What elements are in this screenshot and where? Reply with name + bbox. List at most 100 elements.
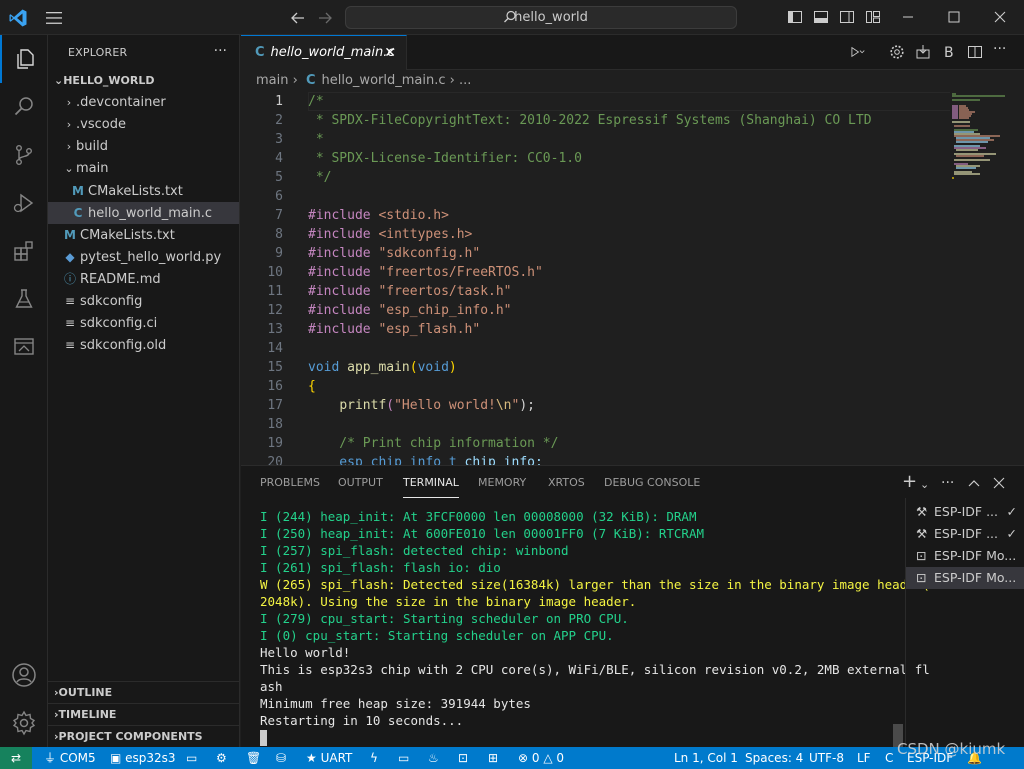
chevron-right-icon: › — [66, 140, 72, 153]
maximize-window-icon[interactable] — [946, 9, 962, 25]
toggle-primary-sidebar-icon[interactable] — [787, 9, 803, 25]
testing-activity[interactable] — [0, 275, 48, 323]
run-debug-dropdown-icon[interactable] — [849, 44, 865, 60]
terminal-instance[interactable]: ⊡ ESP-IDF Mo... — [906, 545, 1024, 567]
include-path: <inttypes.h> — [378, 227, 473, 242]
line-number: 17 — [267, 398, 283, 413]
terminal-list: ⚒ ESP-IDF ... ✓ ⚒ ESP-IDF ... ✓ ⊡ ESP-IDF Mo.… — [905, 498, 1024, 748]
manage-activity[interactable] — [0, 699, 48, 747]
language-mode[interactable]: C — [885, 747, 893, 769]
toggle-panel-icon[interactable] — [813, 9, 829, 25]
more-actions-icon[interactable]: ··· — [941, 475, 954, 491]
terminal-instance[interactable]: ⚒ ESP-IDF ... ✓ — [906, 501, 1024, 523]
outline-section[interactable]: ›OUTLINE — [48, 681, 239, 703]
timeline-section[interactable]: ›TIMELINE — [48, 703, 239, 725]
terminal-icon[interactable]: ⊡ — [458, 747, 468, 769]
folder-icon[interactable]: ▭ — [186, 747, 197, 769]
tree-item-sdkconfig[interactable]: ≡ sdkconfig — [48, 290, 239, 312]
run-debug-activity[interactable] — [0, 179, 48, 227]
code-line: #include "esp_chip_info.h" — [308, 301, 512, 320]
bold-b-icon[interactable]: B — [941, 44, 957, 60]
tree-item-label: build — [76, 139, 108, 154]
tree-item-devcontainer[interactable]: › .devcontainer — [48, 92, 239, 114]
gear-icon[interactable]: ⚙ — [216, 747, 227, 769]
indentation[interactable]: Spaces: 4 — [745, 747, 803, 769]
tree-item-main-cmakelists[interactable]: M CMakeLists.txt — [48, 180, 239, 202]
tab-terminal[interactable]: TERMINAL — [403, 476, 459, 498]
keyword: #include — [308, 265, 371, 280]
fire-icon[interactable]: ♨ — [428, 747, 439, 769]
project-components-section[interactable]: ›PROJECT COMPONENTS — [48, 725, 239, 747]
flash-icon[interactable]: ϟ — [370, 747, 378, 769]
tab-problems[interactable]: PROBLEMS — [260, 476, 320, 498]
breadcrumb-folder[interactable]: main — [256, 73, 288, 88]
flash-method-item[interactable]: ★ UART — [306, 747, 352, 769]
terminal-instance[interactable]: ⚒ ESP-IDF ... ✓ — [906, 523, 1024, 545]
remote-explorer-activity[interactable] — [0, 323, 48, 371]
code-editor[interactable]: 1 2 3 4 5 6 7 8 9 10 11 12 13 14 15 16 17 18 19 20 /* * SPD… — [241, 92, 1024, 465]
terminal-instance[interactable]: ⊡ ESP-IDF Mo... — [906, 567, 1024, 589]
function-name: printf — [339, 398, 387, 413]
serial-port-item[interactable]: ⏚ COM5 — [44, 747, 96, 769]
more-actions-icon[interactable]: ··· — [993, 41, 1009, 57]
tree-item-vscode[interactable]: › .vscode — [48, 114, 239, 136]
tab-memory[interactable]: MEMORY — [478, 476, 526, 498]
command-center-search[interactable]: hello_world — [345, 6, 737, 29]
explorer-activity[interactable] — [0, 35, 48, 83]
tree-item-cmakelists[interactable]: M CMakeLists.txt — [48, 224, 239, 246]
hamburger-menu-icon[interactable] — [44, 9, 64, 27]
tree-item-sdkconfig-ci[interactable]: ≡ sdkconfig.ci — [48, 312, 239, 334]
run-debug-icon — [13, 193, 34, 213]
plug-icon: ⏚ — [44, 751, 60, 765]
tab-xrtos[interactable]: XRTOS — [548, 476, 585, 498]
flash-device-icon[interactable] — [915, 44, 931, 60]
tree-item-hello-world-main[interactable]: Chello_world_main.c — [48, 202, 239, 224]
tab-hello-world-main[interactable]: Chello_world_main.c ✕ — [241, 35, 407, 70]
tree-item-main[interactable]: ⌄ main — [48, 158, 239, 180]
line-ending[interactable]: LF — [857, 747, 871, 769]
chevron-right-icon: › — [449, 73, 459, 88]
serial-port-label: COM5 — [59, 751, 96, 765]
accounts-activity[interactable] — [0, 651, 48, 699]
customize-layout-icon[interactable] — [865, 9, 881, 25]
close-panel-icon[interactable] — [993, 477, 1005, 489]
close-tab-icon[interactable]: ✕ — [384, 36, 396, 70]
split-editor-icon[interactable] — [967, 44, 983, 60]
problems-item[interactable]: ⊗ 0 △ 0 — [518, 747, 564, 769]
terminal-icon: ⊡ — [916, 570, 927, 585]
tree-item-build[interactable]: › build — [48, 136, 239, 158]
workspace-root[interactable]: ⌄HELLO_WORLD — [48, 70, 239, 92]
tree-item-sdkconfig-old[interactable]: ≡ sdkconfig.old — [48, 334, 239, 356]
tree-item-pytest[interactable]: ◆ pytest_hello_world.py — [48, 246, 239, 268]
database-icon[interactable]: ⛁ — [276, 747, 286, 769]
search-activity[interactable] — [0, 83, 48, 131]
remote-indicator-icon[interactable]: ⇄ — [0, 747, 32, 769]
include-path: "freertos/FreeRTOS.h" — [378, 265, 543, 280]
maximize-panel-icon[interactable] — [968, 478, 980, 488]
source-control-activity[interactable] — [0, 131, 48, 179]
run-icon[interactable]: ⊞ — [488, 747, 498, 769]
back-arrow-icon[interactable] — [289, 9, 307, 27]
breadcrumb-symbols[interactable]: ... — [459, 73, 471, 88]
tab-debug-console[interactable]: DEBUG CONSOLE — [604, 476, 700, 498]
new-terminal-icon[interactable]: + — [902, 471, 917, 492]
forward-arrow-icon[interactable] — [316, 9, 334, 27]
minimap[interactable] — [950, 92, 1010, 192]
cursor-position[interactable]: Ln 1, Col 1 — [674, 747, 738, 769]
chevron-down-icon[interactable]: ⌄ — [920, 478, 929, 491]
trash-icon[interactable]: 🗑 — [246, 747, 261, 769]
tree-item-readme[interactable]: ⓘ README.md — [48, 268, 239, 290]
encoding[interactable]: UTF-8 — [809, 747, 844, 769]
more-actions-icon[interactable]: ··· — [214, 43, 227, 59]
terminal-output[interactable]: I (244) heap_init: At 3FCF0000 len 00008… — [260, 508, 930, 748]
extensions-activity[interactable] — [0, 227, 48, 275]
code-line: * — [308, 132, 324, 147]
close-window-icon[interactable] — [992, 9, 1008, 25]
monitor-icon[interactable]: ▭ — [398, 747, 409, 769]
minimize-window-icon[interactable] — [900, 9, 916, 25]
target-item[interactable]: ▣ esp32s3 — [110, 747, 176, 769]
breadcrumb-file[interactable]: hello_world_main.c — [322, 73, 446, 88]
toggle-secondary-sidebar-icon[interactable] — [839, 9, 855, 25]
tab-output[interactable]: OUTPUT — [338, 476, 383, 498]
gear-icon[interactable] — [889, 44, 905, 60]
